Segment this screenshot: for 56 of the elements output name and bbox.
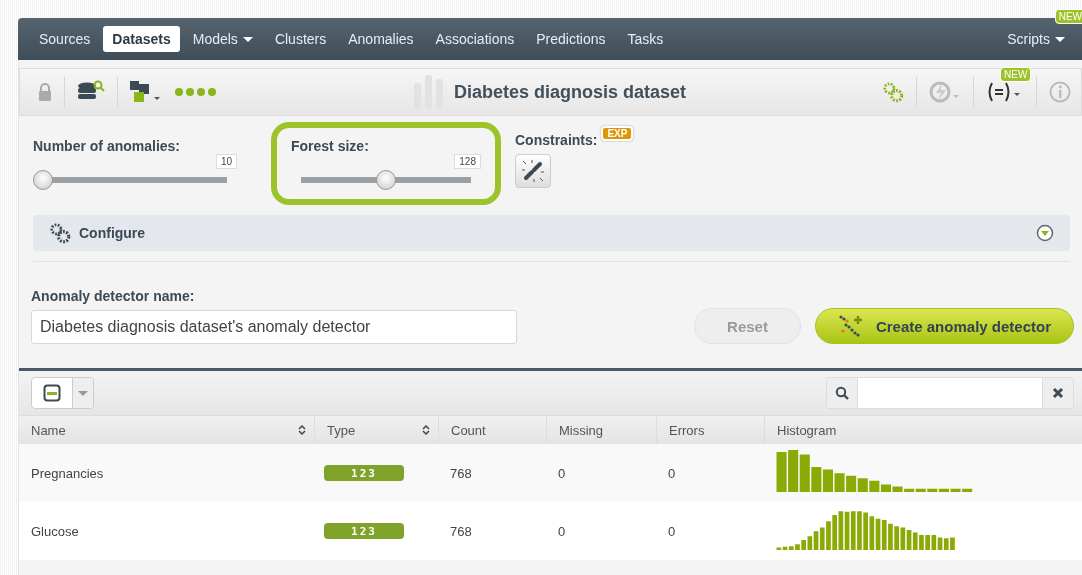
field-label: Anomaly detector name: xyxy=(31,288,196,304)
count-cell-text: 768 xyxy=(449,523,473,539)
column-header: Histogram xyxy=(777,422,837,438)
new-badge: NEW xyxy=(1000,67,1032,82)
nav-tab[interactable]: Sources xyxy=(30,26,100,52)
nav-tab[interactable]: Associations xyxy=(426,26,524,52)
constraints-label: Constraints: xyxy=(515,132,598,148)
dataset-title: Diabetes diagnosis dataset xyxy=(453,81,687,103)
slider-thumb[interactable] xyxy=(376,170,396,190)
select-control[interactable] xyxy=(31,377,94,409)
column-header: Type xyxy=(327,422,356,438)
missing-cell-text: 0 xyxy=(557,465,567,481)
slider-label: Number of anomalies: xyxy=(33,138,182,154)
errors-cell-text: 0 xyxy=(667,523,677,539)
sort-icon[interactable] xyxy=(422,424,430,436)
caret-icon xyxy=(78,390,88,396)
configure-label: Configure xyxy=(79,225,146,241)
type-tag: 123 xyxy=(324,523,404,539)
missing-cell-text: 0 xyxy=(557,523,567,539)
gears-icon xyxy=(882,81,904,103)
search-icon xyxy=(835,386,849,400)
type-tag: 123 xyxy=(324,465,404,481)
count-cell-text: 768 xyxy=(449,465,473,481)
new-badge: NEW xyxy=(1054,9,1082,24)
nav-tab[interactable]: Clusters xyxy=(265,26,336,52)
sort-icon[interactable] xyxy=(298,424,306,436)
column-header: Missing xyxy=(559,422,604,438)
close-icon[interactable] xyxy=(1052,387,1064,399)
name-input[interactable]: Diabetes diagnosis dataset's anomaly detector xyxy=(31,310,517,344)
column-header: Name xyxy=(31,422,66,438)
slider-value: 10 xyxy=(215,154,237,169)
create-button[interactable]: Create anomaly detector xyxy=(814,308,1074,344)
field-types-icon[interactable] xyxy=(130,81,162,103)
nav-tab[interactable]: Anomalies xyxy=(339,26,423,52)
nav-tab[interactable]: Models xyxy=(183,26,262,52)
expand-icon[interactable] xyxy=(1036,224,1054,242)
search-field[interactable] xyxy=(826,377,1074,409)
exp-badge: EXP xyxy=(601,126,634,141)
slider-thumb[interactable] xyxy=(33,170,53,190)
caret-icon xyxy=(1055,36,1065,42)
gears-icon xyxy=(49,222,71,244)
dots-icon[interactable] xyxy=(174,87,218,97)
name-cell-text: Pregnancies xyxy=(30,465,105,481)
constraints-button[interactable] xyxy=(515,154,551,188)
name-cell-text: Glucose xyxy=(30,523,80,539)
nav-tab[interactable]: Predictions xyxy=(527,26,615,52)
slider-label: Forest size: xyxy=(291,138,370,154)
header-cell[interactable]: Name xyxy=(19,416,314,444)
checkbox-minus-icon xyxy=(43,384,61,402)
nav-tab[interactable]: Tasks xyxy=(618,26,673,52)
configure-bar[interactable]: Configure xyxy=(33,215,1070,251)
column-header: Count xyxy=(451,422,486,438)
slider-value: 128 xyxy=(454,154,481,169)
column-header: Errors xyxy=(669,422,705,438)
nav-tab[interactable]: Datasets xyxy=(103,26,180,52)
errors-cell-text: 0 xyxy=(667,465,677,481)
